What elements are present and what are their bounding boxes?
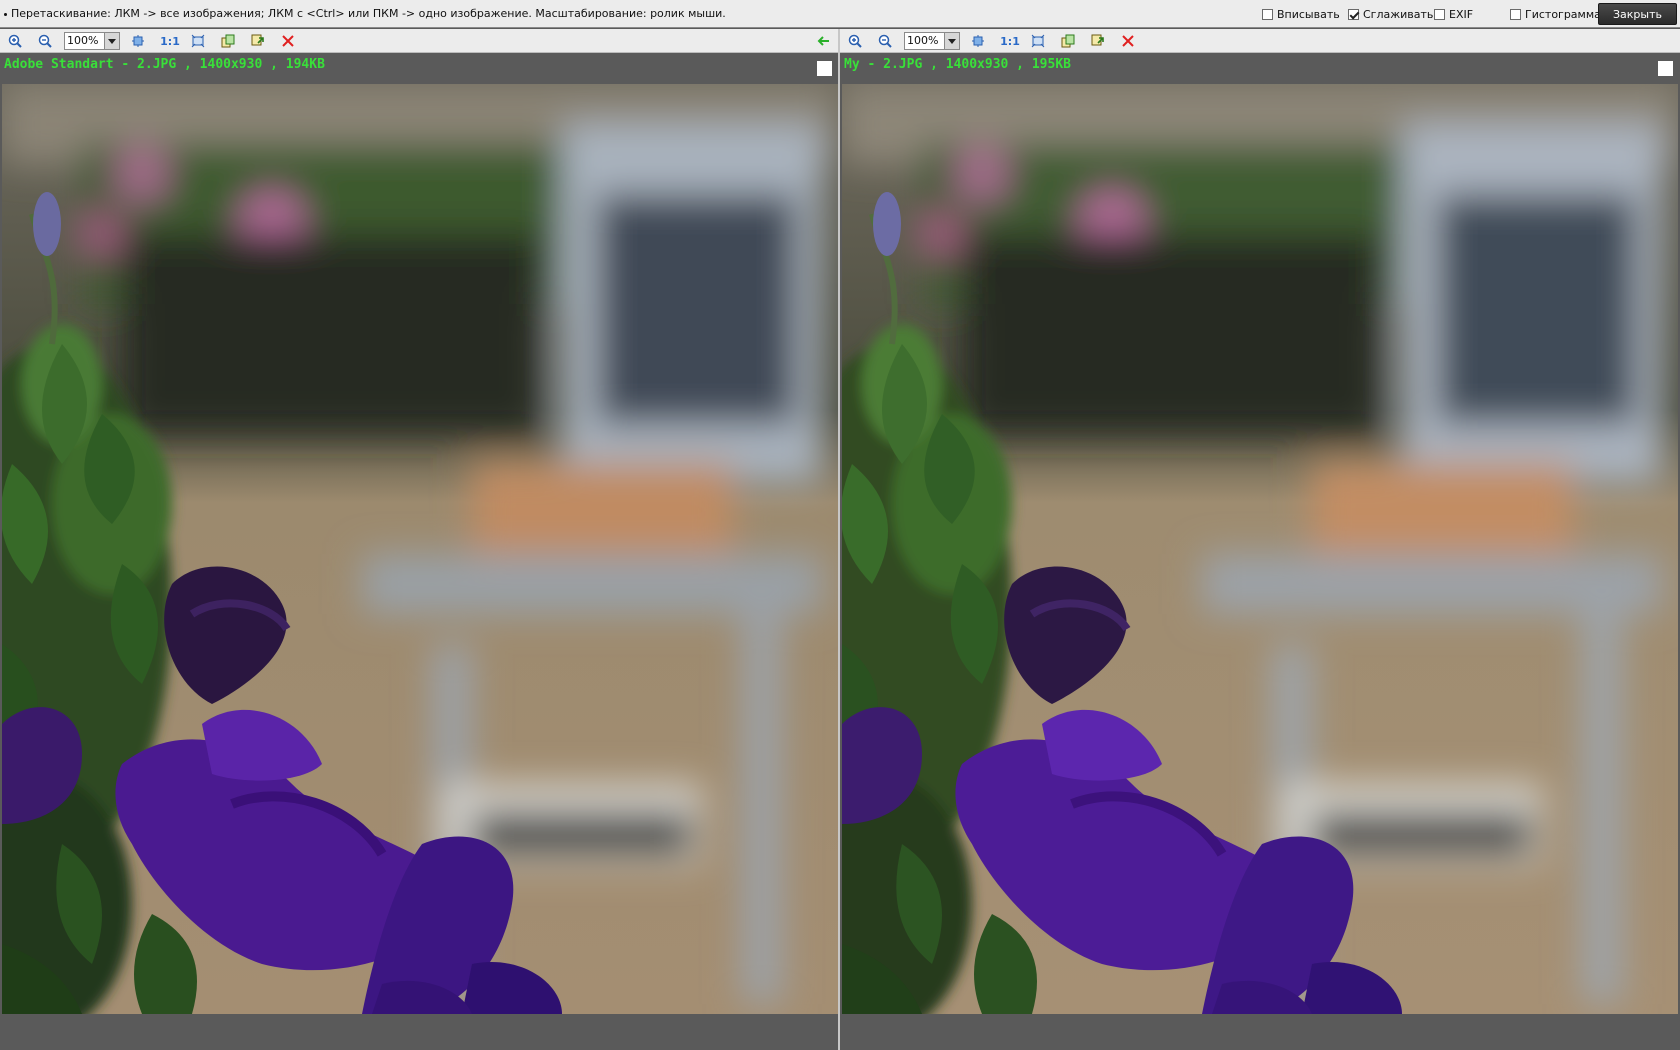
bullet-icon [4,12,7,16]
zoom-out-icon[interactable] [37,33,53,49]
hint-text: Перетаскивание: ЛКМ -> все изображения; … [4,7,726,20]
right-image-panel: 100% 1:1 My - 2.JPG , 1400x930 , 195KB [840,29,1680,1050]
right-color-toggle[interactable] [1658,61,1673,76]
delete-icon[interactable] [280,33,296,49]
right-toolbar: 100% 1:1 [840,29,1680,53]
one-to-one-button[interactable]: 1:1 [1000,33,1020,49]
fit-checkbox-box[interactable] [1262,9,1273,20]
left-color-toggle[interactable] [817,61,832,76]
chevron-down-icon[interactable] [104,33,119,49]
smooth-checkbox-box[interactable] [1348,9,1359,20]
save-icon[interactable] [250,33,266,49]
one-to-one-button[interactable]: 1:1 [160,33,180,49]
copy-icon[interactable] [220,33,236,49]
zoom-in-icon[interactable] [847,33,863,49]
right-image-caption: My - 2.JPG , 1400x930 , 195KB [844,57,1071,72]
top-bar: Перетаскивание: ЛКМ -> все изображения; … [0,0,1680,28]
fullscreen-icon[interactable] [190,33,206,49]
left-photo [2,84,838,1014]
right-image[interactable] [842,84,1678,1014]
exif-checkbox[interactable]: EXIF [1434,8,1473,21]
histogram-checkbox[interactable]: Гистограмма [1510,8,1601,21]
fullscreen-icon[interactable] [1030,33,1046,49]
zoom-in-icon[interactable] [7,33,23,49]
fit-checkbox[interactable]: Вписывать [1262,8,1340,21]
fit-icon[interactable] [970,33,986,49]
right-photo [842,84,1678,1014]
left-image[interactable] [2,84,838,1014]
right-info-bar: My - 2.JPG , 1400x930 , 195KB [840,53,1680,84]
delete-icon[interactable] [1120,33,1136,49]
arrow-left-icon[interactable] [816,33,832,49]
smooth-checkbox[interactable]: Сглаживать [1348,8,1433,21]
save-icon[interactable] [1090,33,1106,49]
zoom-select[interactable]: 100% [904,32,960,50]
left-image-caption: Adobe Standart - 2.JPG , 1400x930 , 194K… [4,57,325,72]
left-info-bar: Adobe Standart - 2.JPG , 1400x930 , 194K… [0,53,838,84]
zoom-select[interactable]: 100% [64,32,120,50]
fit-icon[interactable] [130,33,146,49]
histogram-checkbox-box[interactable] [1510,9,1521,20]
chevron-down-icon[interactable] [944,33,959,49]
exif-checkbox-box[interactable] [1434,9,1445,20]
close-button[interactable]: Закрыть [1598,3,1677,25]
left-image-panel: 100% 1:1 Adobe Standart - 2.JPG , 1400x9… [0,29,838,1050]
left-toolbar: 100% 1:1 [0,29,838,53]
zoom-out-icon[interactable] [877,33,893,49]
copy-icon[interactable] [1060,33,1076,49]
